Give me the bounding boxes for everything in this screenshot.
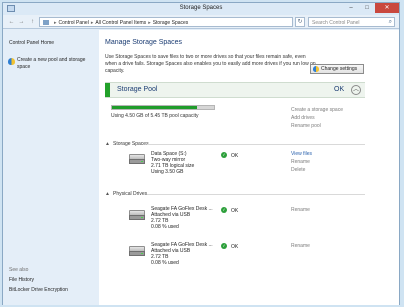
add-drives-link[interactable]: Add drives [291,114,343,122]
sidebar-item-file-history[interactable]: File History [9,277,34,283]
title-bar: Storage Spaces – □ ✕ [3,3,399,15]
up-arrow-icon[interactable]: ↑ [28,18,37,26]
page-title: Manage Storage Spaces [105,39,183,46]
section-divider [147,194,365,195]
refresh-icon[interactable]: ↻ [295,17,305,27]
pool-actions: Create a storage space Add drives Rename… [291,106,343,130]
sidebar: Control Panel Home Create a new pool and… [3,30,99,305]
sidebar-item-control-panel-home[interactable]: Control Panel Home [9,40,54,46]
breadcrumb-separator: ▸ [148,20,151,26]
pool-status: OK [334,86,345,93]
physical-drive-usage: 0.08 % used [151,224,179,230]
breadcrumb-storage-spaces[interactable]: Storage Spaces [153,20,189,26]
rename-drive-link[interactable]: Rename [291,242,310,250]
ok-check-icon: ✓ [221,207,227,213]
search-placeholder: Search Control Panel [312,20,360,26]
view-files-link[interactable]: View files [291,150,312,158]
delete-space-link[interactable]: Delete [291,166,305,174]
sidebar-item-create-pool[interactable]: Create a new pool and storage space [17,57,97,71]
ok-check-icon: ✓ [221,243,227,249]
storage-space-info: Data Space (S:) Two-way mirror 2.71 TB l… [151,151,194,175]
pool-title: Storage Pool [117,86,158,93]
address-bar: ← → ↑ ▸ Control Panel ▸ All Control Panel I… [3,15,399,29]
breadcrumb-path: ▸ Control Panel ▸ All Control Panel Items ▸ S… [52,20,188,26]
storage-spaces-window: Storage Spaces – □ ✕ ← → ↑ ▸ Control Pane… [2,2,400,305]
physical-drive-info: Seagate FA GoFlex Desk ... Attached via … [151,242,213,266]
change-settings-label: Change settings [321,66,358,72]
control-panel-icon [43,20,49,25]
sidebar-item-bitlocker[interactable]: BitLocker Drive Encryption [9,287,68,293]
uac-shield-icon [313,66,319,72]
physical-drive-usage: 0.08 % used [151,260,179,266]
pool-status-stripe [105,83,110,97]
search-input[interactable]: Search Control Panel ⌕ [308,17,395,27]
storage-space-status: OK [231,153,239,159]
physical-drive-status: OK [231,208,239,214]
back-arrow-icon[interactable]: ← [7,18,16,26]
rename-drive-link[interactable]: Rename [291,206,310,214]
breadcrumb[interactable]: ▸ Control Panel ▸ All Control Panel Items ▸ S… [39,17,293,27]
forward-arrow-icon[interactable]: → [17,18,26,26]
see-also-heading: See also [9,267,29,273]
collapse-arrow-icon[interactable]: ▲ [105,141,110,147]
storage-space-usage: Using 3.50 GB [151,169,184,175]
section-divider [147,144,365,145]
change-settings-button[interactable]: Change settings [310,64,364,74]
pool-capacity-bar [111,105,215,110]
rename-pool-link[interactable]: Rename pool [291,122,343,130]
breadcrumb-separator: ▸ [54,20,57,26]
create-storage-space-link[interactable]: Create a storage space [291,106,343,114]
search-icon[interactable]: ⌕ [389,19,392,26]
maximize-button[interactable]: □ [359,3,375,13]
ok-check-icon: ✓ [221,152,227,158]
storage-pool-header[interactable]: Storage Pool OK ︿ [105,82,365,98]
close-button[interactable]: ✕ [375,3,399,13]
physical-drive-info: Seagate FA GoFlex Desk ... Attached via … [151,206,213,230]
window-title: Storage Spaces [179,5,223,11]
breadcrumb-all-items[interactable]: All Control Panel Items [95,20,146,26]
minimize-button[interactable]: – [343,3,359,13]
rename-space-link[interactable]: Rename [291,158,310,166]
chevron-up-icon[interactable]: ︿ [351,85,361,95]
intro-text: Use Storage Spaces to save files to two … [105,54,316,74]
pool-usage-text: Using 4.50 GB of 5.45 TB pool capacity [111,113,199,119]
drive-icon [129,154,145,165]
drive-icon [129,210,145,221]
breadcrumb-control-panel[interactable]: Control Panel [59,20,89,26]
breadcrumb-separator: ▸ [90,20,94,26]
drive-icon [129,246,145,257]
collapse-arrow-icon[interactable]: ▲ [105,191,110,197]
physical-drives-heading: Physical Drives [113,191,148,197]
main-content: Manage Storage Spaces Use Storage Spaces… [99,30,399,305]
uac-shield-icon [8,58,15,65]
physical-drive-status: OK [231,244,239,250]
storage-spaces-heading: Storage Spaces [113,141,149,147]
pool-capacity-fill [112,106,197,109]
